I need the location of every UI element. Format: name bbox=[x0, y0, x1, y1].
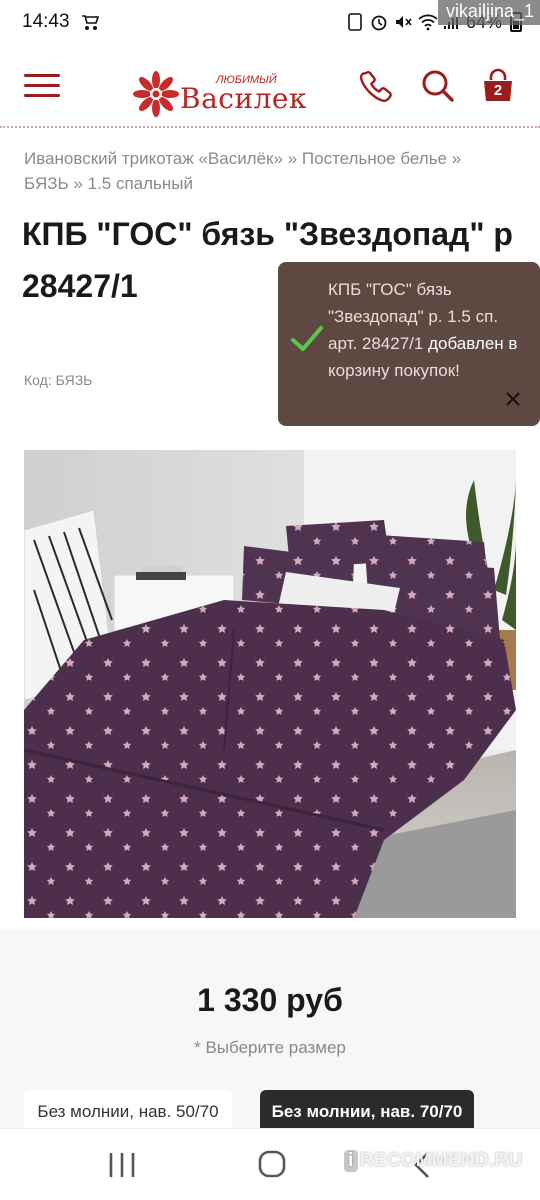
breadcrumb-link[interactable]: Ивановский трикотаж «Василёк» bbox=[24, 149, 283, 168]
watermark-badge: i bbox=[344, 1150, 358, 1172]
breadcrumb-separator: » bbox=[73, 174, 83, 193]
menu-line bbox=[24, 94, 60, 97]
menu-button[interactable] bbox=[24, 72, 62, 100]
search-button[interactable] bbox=[420, 68, 456, 104]
breadcrumb: Ивановский трикотаж «Василёк» » Постельн… bbox=[24, 146, 504, 196]
alarm-icon bbox=[370, 13, 388, 31]
status-left: 14:43 bbox=[22, 11, 99, 33]
site-logo[interactable]: ЛЮБИМЫЙ Василек bbox=[132, 66, 308, 122]
toast-added-word: добавлен bbox=[428, 334, 504, 353]
toast-close-button[interactable] bbox=[504, 390, 522, 408]
site-header: ЛЮБИМЫЙ Василек 2 bbox=[0, 44, 540, 128]
home-icon bbox=[258, 1150, 286, 1178]
status-time: 14:43 bbox=[22, 11, 70, 32]
bedding-photo bbox=[24, 450, 516, 918]
search-icon bbox=[422, 70, 454, 102]
breadcrumb-separator: » bbox=[287, 149, 298, 168]
phone-button[interactable] bbox=[358, 68, 394, 104]
breadcrumb-separator: » bbox=[451, 149, 462, 168]
added-to-cart-toast: КПБ "ГОС" бязь "Звездопад" р. 1.5 сп. ар… bbox=[278, 262, 540, 426]
toast-in-word: в bbox=[508, 334, 518, 353]
watermark-text: RECOMMEND.RU bbox=[359, 1150, 523, 1171]
home-button[interactable] bbox=[252, 1147, 292, 1183]
sim-icon bbox=[346, 13, 364, 31]
wifi-icon bbox=[418, 13, 438, 31]
size-hint: * Выберите размер bbox=[194, 1038, 346, 1057]
toast-rest-text: корзину покупок! bbox=[328, 361, 460, 380]
username-watermark: vikailjina_1 bbox=[437, 0, 540, 25]
menu-line bbox=[24, 84, 60, 87]
breadcrumb-link[interactable]: 1.5 спальный bbox=[88, 174, 193, 193]
breadcrumb-link[interactable]: БЯЗЬ bbox=[24, 174, 69, 193]
cart-count: 2 bbox=[493, 82, 503, 99]
cart-button[interactable]: 2 bbox=[480, 68, 516, 104]
checkmark-icon bbox=[291, 326, 323, 351]
cornflower-logo-icon bbox=[133, 71, 179, 117]
price-section: 1 330 руб * Выберите размер Без молнии, … bbox=[0, 930, 540, 1134]
phone-icon bbox=[359, 71, 392, 102]
product-price: 1 330 руб bbox=[197, 982, 343, 1018]
menu-line bbox=[24, 74, 60, 77]
close-icon bbox=[506, 392, 520, 406]
mute-icon bbox=[394, 13, 412, 31]
recent-apps-button[interactable] bbox=[102, 1147, 142, 1183]
logo-wordmark: Василек bbox=[180, 82, 307, 115]
breadcrumb-link[interactable]: Постельное белье bbox=[302, 149, 447, 168]
stroller-icon bbox=[80, 13, 99, 31]
recent-apps-icon bbox=[109, 1153, 135, 1177]
screen: 14:43 64% vikailjina_1 bbox=[0, 0, 540, 1200]
product-sku: Код: БЯЗЬ bbox=[24, 372, 93, 388]
site-watermark: i RECOMMEND.RU bbox=[344, 1150, 523, 1172]
status-bar: 14:43 64% vikailjina_1 bbox=[0, 0, 540, 44]
product-image[interactable] bbox=[24, 450, 516, 918]
